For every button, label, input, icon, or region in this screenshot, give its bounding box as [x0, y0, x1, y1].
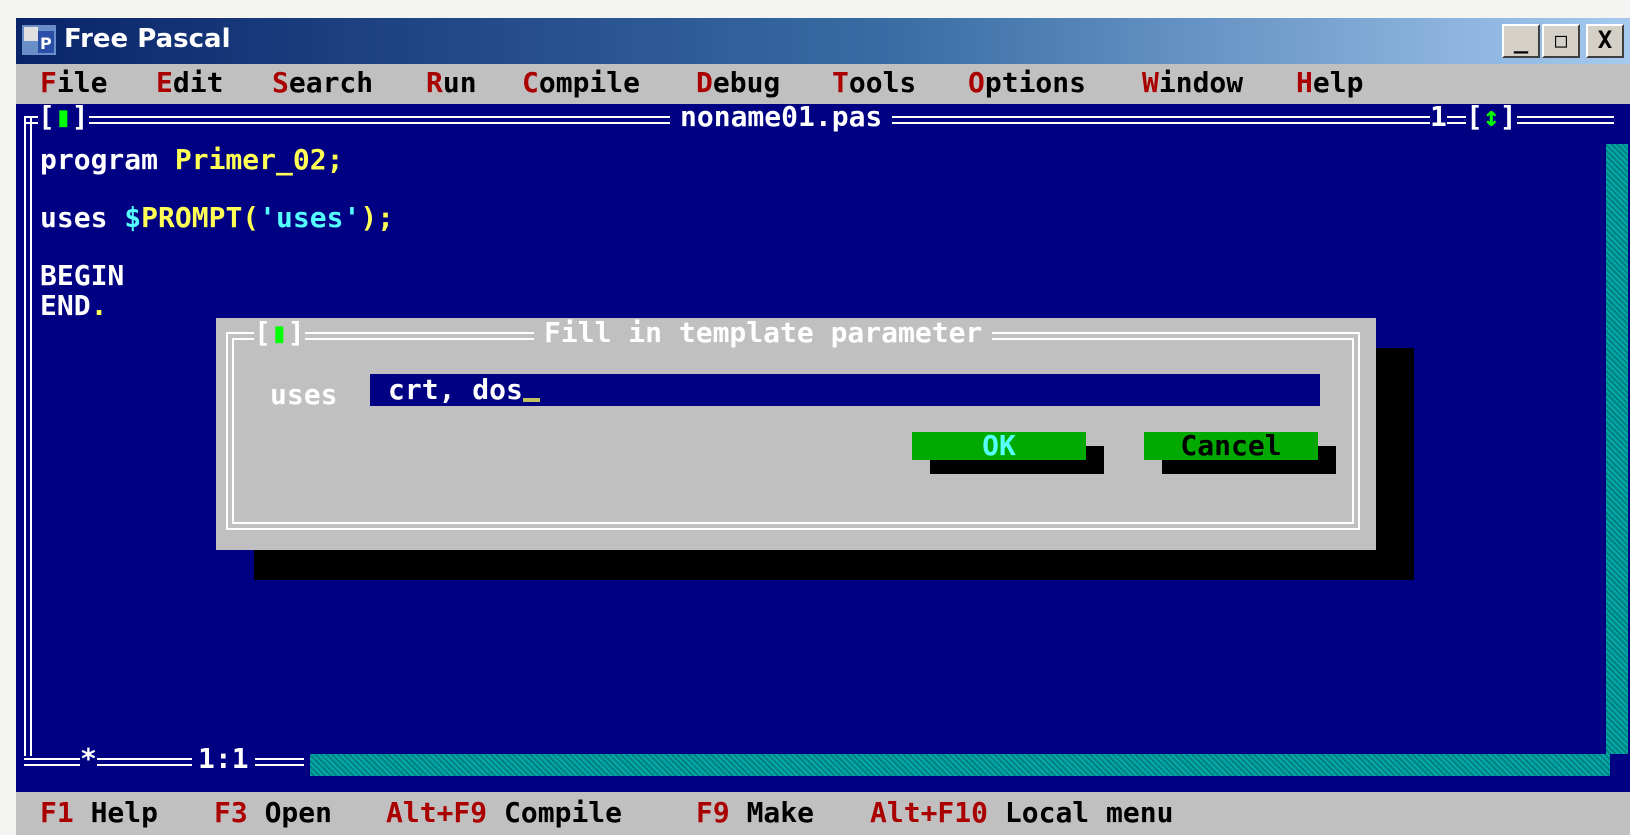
maximize-button[interactable]: □ [1542, 24, 1580, 58]
uses-field-label: uses [270, 378, 338, 411]
menu-bar: File Edit Search Run Compile Debug Tools… [16, 64, 1630, 104]
free-pascal-window: P Free Pascal _ □ X File Edit Search Run… [16, 18, 1630, 835]
free-pascal-app-icon: P [22, 25, 56, 55]
window-title: Free Pascal [64, 24, 231, 54]
cancel-button[interactable]: Cancel [1144, 432, 1318, 460]
menu-options[interactable]: Options [968, 66, 1086, 99]
menu-run[interactable]: Run [426, 66, 477, 99]
minimize-button[interactable]: _ [1502, 24, 1540, 58]
menu-file[interactable]: File [40, 66, 107, 99]
menu-debug[interactable]: Debug [696, 66, 780, 99]
editor-close-box[interactable]: [▮] [38, 104, 89, 132]
menu-edit[interactable]: Edit [156, 66, 223, 99]
cursor-position: 1:1 [192, 744, 255, 774]
dialog-title: Fill in template parameter [534, 318, 993, 348]
menu-help[interactable]: Help [1296, 66, 1363, 99]
dialog-close-box[interactable]: [▮] [254, 318, 305, 348]
status-help[interactable]: F1 Help [40, 796, 158, 829]
menu-window[interactable]: Window [1142, 66, 1243, 99]
editor-window-number: 1 [1430, 104, 1447, 133]
status-local-menu[interactable]: Alt+F10 Local menu [870, 796, 1173, 829]
editor-frame-left [24, 116, 32, 756]
horizontal-scrollbar[interactable] [310, 754, 1610, 776]
code-line-3: uses $PROMPT('uses'); [40, 201, 395, 234]
menu-tools[interactable]: Tools [832, 66, 916, 99]
menu-compile[interactable]: Compile [522, 66, 640, 99]
editor-filename: noname01.pas [670, 104, 893, 132]
svg-text:P: P [40, 34, 52, 53]
editor-window[interactable]: [▮] noname01.pas 1 [↕] program Primer_02… [16, 104, 1630, 792]
title-bar[interactable]: P Free Pascal _ □ X [16, 18, 1630, 64]
code-line-1: program Primer_02; [40, 143, 344, 176]
vertical-scrollbar[interactable] [1606, 144, 1628, 754]
ok-button[interactable]: OK [912, 432, 1086, 460]
editor-frame-bottom [24, 758, 304, 766]
zoom-icon[interactable]: [↕] [1466, 104, 1517, 132]
uses-input[interactable]: crt, dos [370, 374, 1320, 406]
status-compile[interactable]: Alt+F9 Compile [386, 796, 622, 829]
status-bar: F1 Help F3 Open Alt+F9 Compile F9 Make A… [16, 792, 1630, 835]
code-line-5: BEGIN [40, 259, 125, 292]
menu-search[interactable]: Search [272, 66, 373, 99]
modified-marker: * [80, 742, 97, 775]
fill-template-dialog: [▮] Fill in template parameter uses crt,… [216, 318, 1376, 550]
code-line-6: END. [40, 289, 108, 322]
text-cursor [522, 398, 540, 402]
status-open[interactable]: F3 Open [214, 796, 332, 829]
close-button[interactable]: X [1586, 24, 1624, 58]
status-make[interactable]: F9 Make [696, 796, 814, 829]
